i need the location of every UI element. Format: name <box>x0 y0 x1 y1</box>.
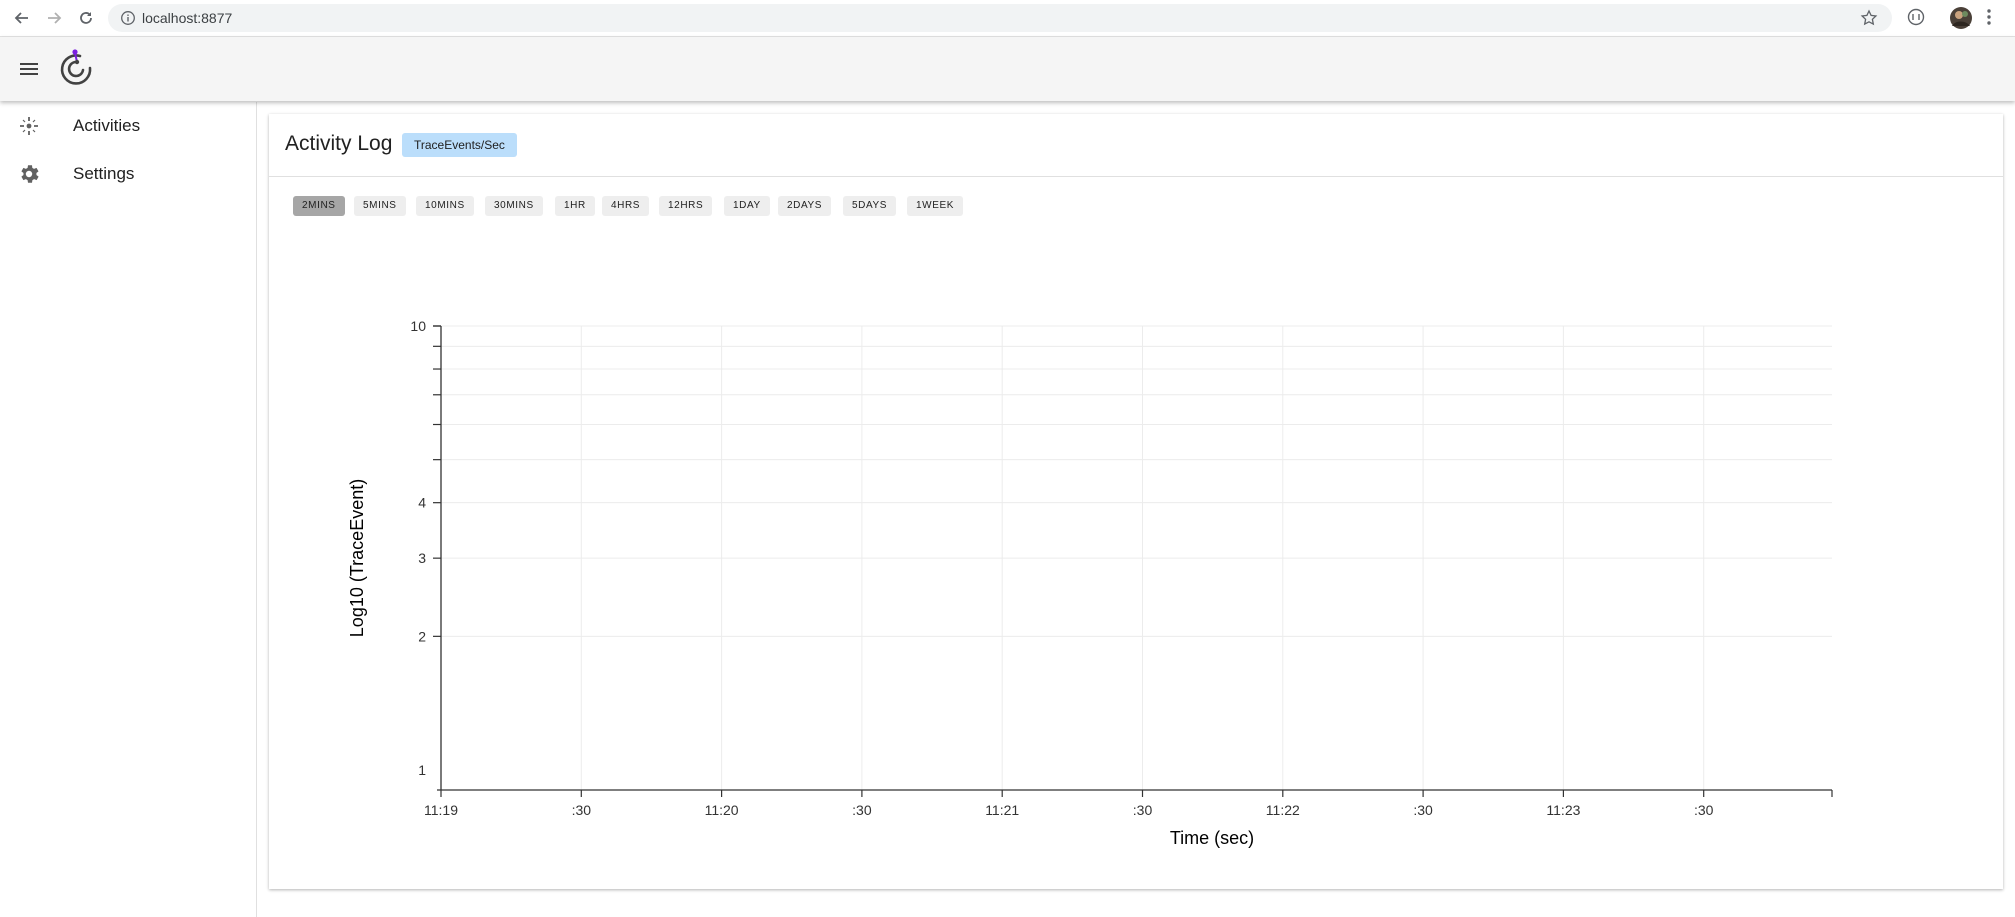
bookmark-star-icon[interactable] <box>1860 9 1878 32</box>
extension-icon[interactable] <box>1906 7 1926 32</box>
range-button-12hrs[interactable]: 12HRS <box>659 196 713 216</box>
range-button-2days[interactable]: 2DAYS <box>778 196 832 216</box>
range-button-1hr[interactable]: 1HR <box>555 196 595 216</box>
app-header <box>0 37 2015 101</box>
divider <box>269 176 2003 177</box>
range-button-2mins[interactable]: 2MINS <box>293 196 345 216</box>
sidebar-item-label: Activities <box>73 116 141 135</box>
address-bar[interactable]: localhost:8877 <box>108 4 1892 32</box>
more-vert-icon[interactable] <box>1985 7 1993 32</box>
range-button-5days[interactable]: 5DAYS <box>843 196 897 216</box>
metric-chip[interactable]: TraceEvents/Sec <box>402 133 517 157</box>
url-text[interactable]: localhost:8877 <box>142 10 232 26</box>
activity-log-card: Activity Log TraceEvents/Sec 2MINS 5MINS… <box>269 114 2003 889</box>
range-button-10mins[interactable]: 10MINS <box>416 196 474 216</box>
reload-icon[interactable] <box>74 6 98 30</box>
range-button-1day[interactable]: 1DAY <box>724 196 770 216</box>
back-arrow-icon[interactable] <box>10 6 34 30</box>
avatar[interactable] <box>1949 6 1973 35</box>
app-logo-icon <box>58 48 96 93</box>
hamburger-menu-icon[interactable] <box>17 57 41 86</box>
site-info-icon[interactable] <box>120 10 136 31</box>
sidebar-item-label: Settings <box>73 164 135 183</box>
activities-icon <box>17 114 41 138</box>
gear-icon <box>17 162 41 186</box>
range-button-1week[interactable]: 1WEEK <box>907 196 964 216</box>
sidebar-item-settings[interactable]: Settings <box>0 150 256 198</box>
sidebar-item-activities[interactable]: Activities <box>0 102 256 150</box>
sidebar: Activities Settings <box>0 102 257 917</box>
forward-arrow-icon[interactable] <box>42 6 66 30</box>
range-button-4hrs[interactable]: 4HRS <box>602 196 650 216</box>
range-button-5mins[interactable]: 5MINS <box>354 196 406 216</box>
range-button-30mins[interactable]: 30MINS <box>485 196 543 216</box>
browser-toolbar: localhost:8877 <box>0 0 2015 37</box>
page-title: Activity Log <box>285 132 393 155</box>
